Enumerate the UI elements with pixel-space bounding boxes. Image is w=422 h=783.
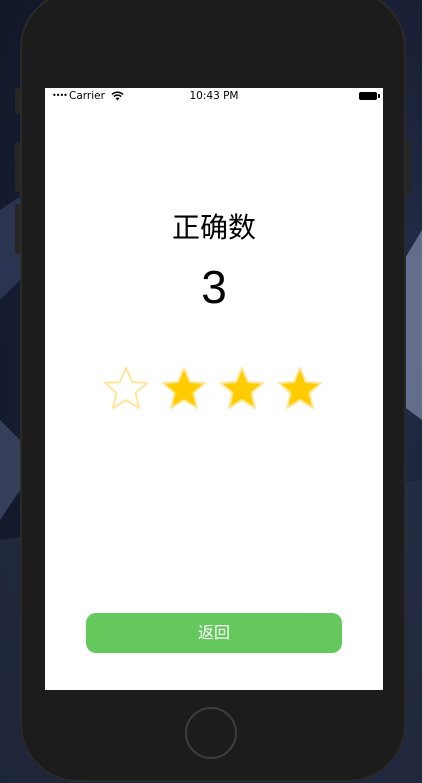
status-time: 10:43 PM xyxy=(189,90,239,102)
back-button[interactable]: 返回 xyxy=(86,613,342,653)
star-empty-icon xyxy=(104,367,148,409)
star-filled-icon xyxy=(278,367,322,409)
power-button xyxy=(406,142,411,194)
star-rating xyxy=(101,364,331,414)
app-screen: •••• Carrier 10:43 PM 正确数 3 返回 xyxy=(45,88,383,690)
home-button[interactable] xyxy=(185,707,237,759)
star-filled-icon xyxy=(220,367,264,409)
status-bar: •••• Carrier 10:43 PM xyxy=(45,88,383,106)
battery-icon xyxy=(359,92,380,100)
result-title: 正确数 xyxy=(171,211,256,244)
volume-up-button xyxy=(15,142,20,192)
volume-down-button xyxy=(15,204,20,254)
mute-switch xyxy=(15,88,20,114)
star-filled-icon xyxy=(162,367,206,409)
correct-count: 3 xyxy=(201,261,227,313)
